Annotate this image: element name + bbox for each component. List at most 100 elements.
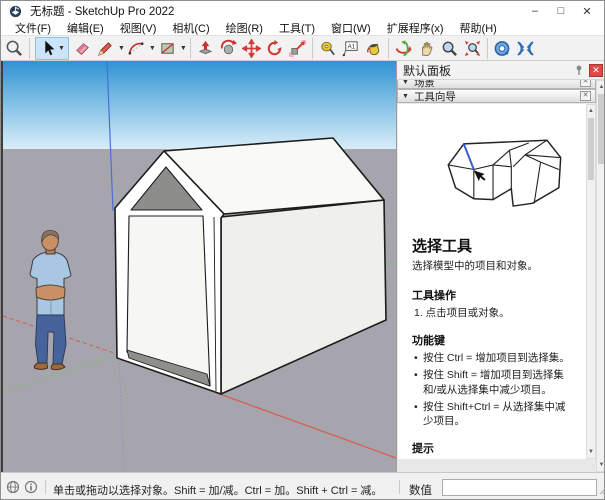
default-tray: 默认面板 ✕ ▼ 场景 ✕ ▼ 工具向导 ✕ [396, 61, 605, 472]
toolbar-separator [487, 38, 488, 59]
svg-text:A1: A1 [347, 43, 355, 50]
hand-icon [417, 39, 436, 58]
window-title: 无标题 - SketchUp Pro 2022 [30, 3, 174, 19]
menu-extensions[interactable]: 扩展程序(x) [379, 20, 452, 36]
scroll-down-icon[interactable]: ▼ [597, 459, 605, 471]
instructor-content: 选择工具 选择模型中的项目和对象。 工具操作 1. 点击项目或对象。 功能键 按… [398, 104, 586, 459]
paint-bucket-tool-button[interactable] [362, 37, 385, 60]
scrollbar-thumb[interactable] [588, 118, 594, 180]
text-icon: A1 [341, 39, 360, 58]
blue-x-tool-button[interactable] [514, 37, 537, 60]
drawing-viewport[interactable] [1, 61, 396, 472]
toolbar-separator [190, 38, 191, 59]
menu-view[interactable]: 视图(V) [112, 20, 165, 36]
menu-tools[interactable]: 工具(T) [271, 20, 323, 36]
eraser-tool-button[interactable] [71, 37, 94, 60]
title-bar: 无标题 - SketchUp Pro 2022 – □ ✕ [1, 1, 604, 21]
follow-me-tool-button[interactable] [217, 37, 240, 60]
instructor-step: 1. 点击项目或对象。 [414, 306, 574, 320]
orbit-tool-button[interactable] [392, 37, 415, 60]
scroll-up-icon[interactable]: ▲ [597, 81, 605, 93]
extension-warehouse-button[interactable] [491, 37, 514, 60]
rectangle-icon [158, 39, 177, 58]
eraser-icon [73, 39, 92, 58]
status-divider [45, 480, 46, 494]
scale-icon [288, 39, 307, 58]
instructor-subtitle: 选择模型中的项目和对象。 [412, 258, 574, 273]
zoom-extents-tool-button[interactable] [461, 37, 484, 60]
blue-x-icon [516, 39, 535, 58]
zoom-magnifier-icon [440, 39, 459, 58]
status-bar: 单击或拖动以选择对象。Shift = 加/减。Ctrl = 加。Shift + … [1, 472, 604, 500]
menu-window[interactable]: 窗口(W) [323, 20, 379, 36]
line-tool-button[interactable] [94, 37, 117, 60]
move-icon [242, 39, 261, 58]
panel-close-icon[interactable]: ✕ [580, 91, 591, 101]
rectangle-dropdown-arrow[interactable]: ▼ [180, 45, 187, 52]
help-circle-icon[interactable] [24, 480, 38, 494]
paint-bucket-icon [364, 39, 383, 58]
text-tool-button[interactable]: A1 [339, 37, 362, 60]
status-message: 单击或拖动以选择对象。Shift = 加/减。Ctrl = 加。Shift + … [53, 482, 382, 498]
pencil-icon [96, 39, 115, 58]
push-pull-tool-button[interactable] [194, 37, 217, 60]
status-divider [399, 480, 400, 494]
follow-me-icon [219, 39, 238, 58]
move-tool-button[interactable] [240, 37, 263, 60]
menu-camera[interactable]: 相机(C) [164, 20, 217, 36]
tray-title-bar: 默认面板 ✕ [397, 61, 605, 80]
tray-title: 默认面板 [403, 62, 573, 79]
close-button[interactable]: ✕ [574, 1, 600, 21]
zoom-window-tool-button[interactable] [3, 37, 26, 60]
menu-edit[interactable]: 编辑(E) [59, 20, 112, 36]
panel-close-icon[interactable]: ✕ [580, 80, 591, 87]
orbit-icon [394, 39, 413, 58]
measurements-label: 数值 [409, 482, 432, 498]
zoom-extents-icon [463, 39, 482, 58]
tape-measure-tool-button[interactable] [316, 37, 339, 60]
rotate-tool-button[interactable] [263, 37, 286, 60]
instructor-panel-header[interactable]: ▼ 工具向导 ✕ [397, 89, 596, 103]
toolbar: ▼ ▼ ▼ [1, 35, 604, 61]
menu-bar: 文件(F) 编辑(E) 视图(V) 相机(C) 绘图(R) 工具(T) 窗口(W… [1, 21, 604, 35]
collapse-triangle-icon: ▼ [402, 80, 409, 86]
scale-tool-button[interactable] [286, 37, 309, 60]
sketchup-logo-icon [9, 5, 22, 18]
menu-draw[interactable]: 绘图(R) [218, 20, 271, 36]
select-tool-button[interactable]: ▼ [35, 37, 69, 60]
zoom-tool-button[interactable] [438, 37, 461, 60]
menu-help[interactable]: 帮助(H) [452, 20, 505, 36]
instructor-bullet: 按住 Shift+Ctrl = 从选择集中减少项目。 [412, 400, 574, 428]
geolocation-icon[interactable] [6, 480, 20, 494]
arc-icon [127, 39, 146, 58]
pin-icon[interactable] [573, 64, 585, 76]
measurements-input[interactable] [442, 479, 597, 496]
select-arrow-icon [39, 39, 57, 57]
arc-dropdown-arrow[interactable]: ▼ [149, 45, 156, 52]
scrollbar-thumb[interactable] [598, 94, 605, 164]
select-dropdown-arrow[interactable]: ▼ [58, 45, 65, 52]
line-dropdown-arrow[interactable]: ▼ [118, 45, 125, 52]
section-title: 功能键 [412, 332, 574, 348]
tray-close-button[interactable]: ✕ [589, 64, 603, 77]
instructor-illustration [440, 114, 568, 214]
section-title: 提示 [412, 440, 574, 456]
toolbar-separator [312, 38, 313, 59]
rotate-icon [265, 39, 284, 58]
maximize-button[interactable]: □ [548, 1, 574, 21]
instructor-scrollbar[interactable]: ▲ ▼ [586, 104, 596, 459]
scroll-up-icon[interactable]: ▲ [587, 105, 595, 117]
section-title: 工具操作 [412, 287, 574, 303]
rectangle-tool-button[interactable] [156, 37, 179, 60]
push-pull-icon [196, 39, 215, 58]
instructor-bullet: 按住 Ctrl = 增加项目到选择集。 [412, 351, 574, 365]
arc-tool-button[interactable] [125, 37, 148, 60]
minimize-button[interactable]: – [522, 1, 548, 21]
collapse-triangle-icon: ▼ [402, 93, 409, 100]
instructor-bullet: 按住 Shift = 增加项目到选择集和/或从选择集中减少项目。 [412, 368, 574, 396]
scroll-down-icon[interactable]: ▼ [587, 446, 595, 458]
menu-file[interactable]: 文件(F) [7, 20, 59, 36]
tray-scrollbar[interactable]: ▲ ▼ [596, 80, 605, 472]
pan-tool-button[interactable] [415, 37, 438, 60]
extension-warehouse-icon [493, 39, 512, 58]
